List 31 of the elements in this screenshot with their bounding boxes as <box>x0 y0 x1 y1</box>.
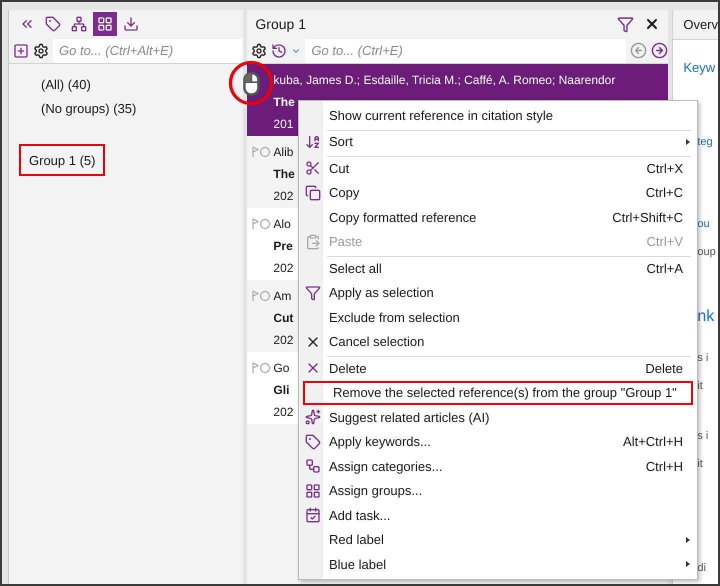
reference-title: The <box>273 94 295 111</box>
reference-year: 202 <box>273 332 294 349</box>
reference-year: 201 <box>273 116 294 133</box>
reference-authors: Alib <box>273 144 294 161</box>
shortcut-text: Ctrl+H <box>646 458 684 474</box>
shortcut-text: Ctrl+X <box>646 160 684 176</box>
section-heading: nk <box>697 308 714 326</box>
shortcut-text: Ctrl+V <box>646 234 684 250</box>
reference-authors: kuba, James D.; Esdaille, Tricia M.; Caffé, A. Romeo; Naarendor <box>273 72 616 89</box>
reference-title: The <box>273 166 295 183</box>
reference-title: Gli <box>273 382 290 399</box>
panel-title: Group 1 <box>255 16 307 32</box>
shortcut-text: Ctrl+A <box>646 260 684 276</box>
reference-authors: Am <box>273 288 292 305</box>
text-fragment: it <box>697 380 703 392</box>
shortcut-text: Alt+Ctrl+H <box>623 434 684 450</box>
text-fragment: di <box>697 562 706 574</box>
reference-title: Cut <box>273 310 294 327</box>
shortcut-text: Ctrl+Shift+C <box>612 210 684 225</box>
text-fragment: it <box>697 458 703 470</box>
reference-year: 202 <box>273 404 294 421</box>
reference-year: 202 <box>273 188 294 205</box>
shortcut-text: Delete <box>645 360 684 376</box>
shortcut-text: Ctrl+C <box>646 185 684 200</box>
text-fragment: s i <box>697 352 708 364</box>
reference-year: 202 <box>273 260 294 277</box>
reference-title: Pre <box>273 238 293 255</box>
reference-authors: Go <box>273 360 290 377</box>
text-fragment: oup <box>697 246 716 258</box>
text-fragment: s i <box>697 430 708 442</box>
reference-authors: Alo <box>273 216 291 233</box>
